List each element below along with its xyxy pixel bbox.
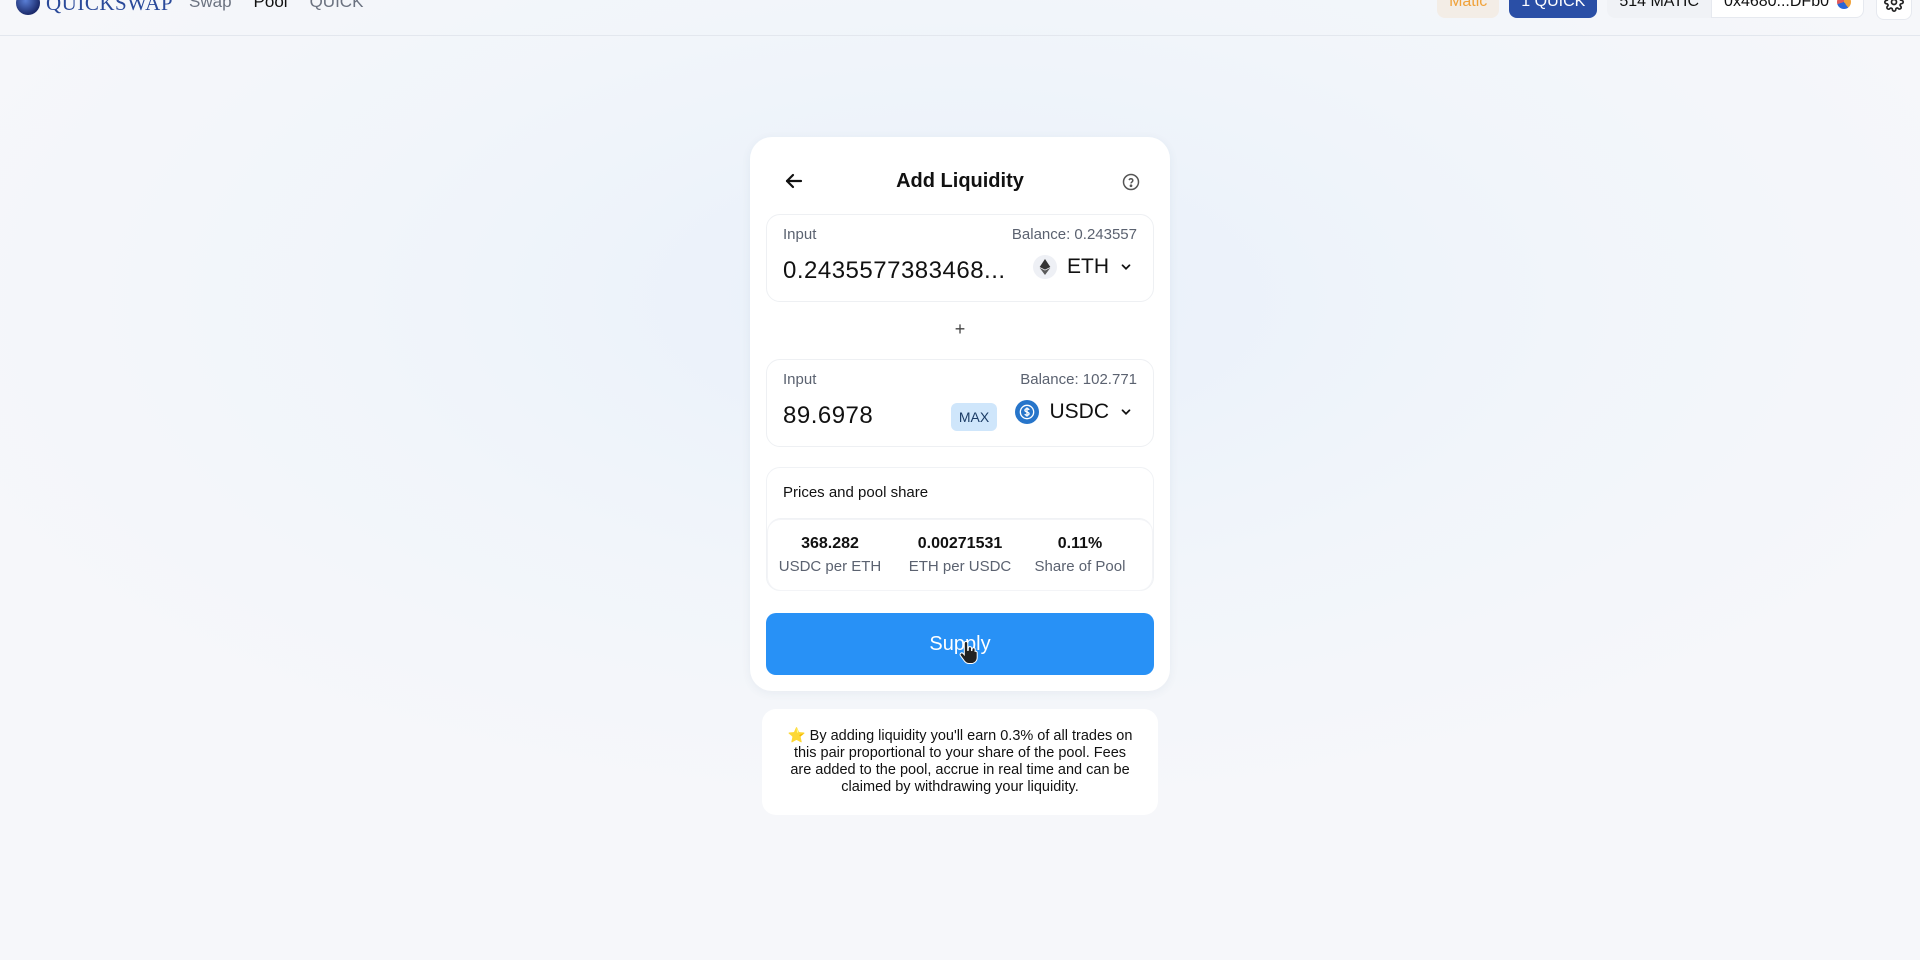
input-b-amount-field[interactable]: 89.6978 bbox=[783, 402, 873, 430]
stat-value: 0.00271531 bbox=[917, 535, 1003, 552]
page-title: Add Liquidity bbox=[896, 170, 1024, 192]
stat-eth-per-usdc: 0.00271531 ETH per USDC bbox=[900, 535, 1020, 575]
token-input-a: Input Balance: 0.243557 0.2435577383468.… bbox=[766, 214, 1154, 302]
settings-button[interactable] bbox=[1876, 0, 1912, 20]
chevron-down-icon bbox=[1121, 409, 1131, 415]
prices-and-pool-share: Prices and pool share 368.282 USDC per E… bbox=[766, 467, 1154, 591]
stat-value: 0.11% bbox=[1057, 535, 1103, 552]
input-b-label: Input bbox=[783, 371, 817, 388]
wallet-address: 0x4680...DFb0 bbox=[1724, 0, 1829, 10]
matic-balance: 514 MATIC bbox=[1607, 0, 1712, 18]
network-badge[interactable]: Matic bbox=[1437, 0, 1500, 18]
nav-swap[interactable]: Swap bbox=[189, 0, 232, 12]
input-a-amount-field[interactable]: 0.2435577383468... bbox=[783, 257, 1006, 285]
logo-text: QUICKSWAP bbox=[46, 0, 174, 15]
add-liquidity-card: Add Liquidity Input Balance: 0.243557 0.… bbox=[750, 137, 1170, 691]
input-a-balance: Balance: 0.243557 bbox=[1011, 226, 1137, 243]
stat-label: Share of Pool bbox=[1034, 558, 1126, 575]
prices-title: Prices and pool share bbox=[783, 484, 929, 501]
input-a-label: Input bbox=[783, 226, 817, 243]
chevron-down-icon bbox=[1121, 264, 1131, 270]
prices-stats: 368.282 USDC per ETH 0.00271531 ETH per … bbox=[767, 518, 1153, 591]
wallet-avatar-icon bbox=[1837, 0, 1851, 9]
nav-quick[interactable]: QUICK bbox=[310, 0, 364, 12]
token-a-selector[interactable]: ETH bbox=[1033, 255, 1133, 279]
token-b-symbol: USDC bbox=[1049, 400, 1109, 423]
token-b-selector[interactable]: USDC bbox=[1015, 400, 1133, 424]
token-input-b: Input Balance: 102.771 89.6978 MAX USDC bbox=[766, 359, 1154, 447]
top-header: QUICKSWAP Swap Pool QUICK Matic 1 QUICK … bbox=[0, 0, 1920, 36]
stat-label: ETH per USDC bbox=[908, 558, 1012, 575]
token-a-symbol: ETH bbox=[1067, 255, 1109, 278]
supply-button[interactable]: Supply bbox=[766, 613, 1154, 675]
help-icon[interactable] bbox=[1122, 173, 1140, 191]
wallet-address-button[interactable]: 0x4680...DFb0 bbox=[1711, 0, 1864, 18]
plus-icon: + bbox=[954, 319, 966, 339]
liquidity-notice: ⭐ By adding liquidity you'll earn 0.3% o… bbox=[762, 709, 1158, 815]
stat-value: 368.282 bbox=[801, 535, 859, 552]
header-actions: Matic 1 QUICK 514 MATIC 0x4680...DFb0 bbox=[1437, 0, 1920, 20]
input-b-balance: Balance: 102.771 bbox=[1020, 371, 1137, 388]
quick-balance-button[interactable]: 1 QUICK bbox=[1509, 0, 1598, 18]
notice-text: By adding liquidity you'll earn 0.3% of … bbox=[790, 728, 1133, 795]
stat-usdc-per-eth: 368.282 USDC per ETH bbox=[770, 535, 890, 575]
usdc-icon bbox=[1015, 400, 1040, 424]
quickswap-logo[interactable]: QUICKSWAP bbox=[16, 0, 173, 16]
quickswap-logo-icon bbox=[16, 0, 40, 15]
max-button[interactable]: MAX bbox=[951, 403, 997, 431]
eth-icon bbox=[1033, 255, 1057, 279]
card-header: Add Liquidity bbox=[750, 167, 1170, 197]
main-nav: Swap Pool QUICK bbox=[189, 0, 363, 12]
stat-label: USDC per ETH bbox=[778, 558, 882, 575]
star-icon: ⭐ bbox=[787, 728, 806, 744]
nav-pool[interactable]: Pool bbox=[254, 0, 288, 12]
gear-icon bbox=[1884, 0, 1904, 12]
hand-cursor-icon bbox=[959, 640, 978, 664]
stat-share-of-pool: 0.11% Share of Pool bbox=[1020, 535, 1140, 575]
